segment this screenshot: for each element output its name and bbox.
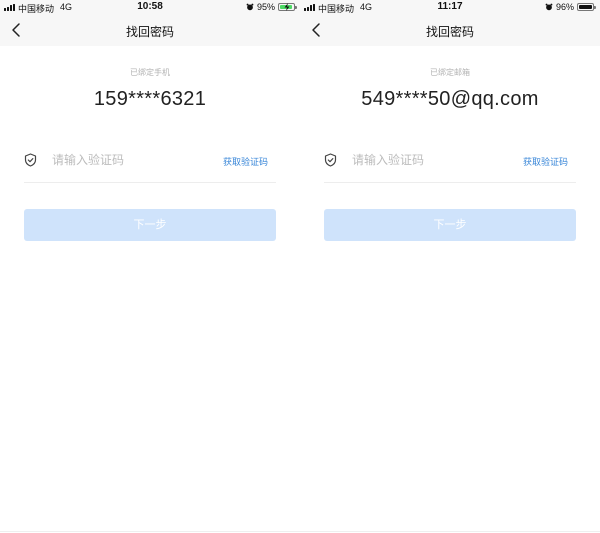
charging-icon bbox=[284, 3, 290, 11]
status-time: 11:17 bbox=[437, 1, 463, 12]
alarm-icon bbox=[246, 3, 254, 11]
battery-level bbox=[579, 5, 592, 9]
battery-percent: 96% bbox=[556, 2, 575, 12]
shield-icon bbox=[24, 153, 37, 167]
status-bar: 中国移动 4G 10:58 95% bbox=[0, 0, 300, 15]
page-title: 找回密码 bbox=[425, 25, 474, 39]
battery-icon bbox=[278, 3, 297, 11]
divider bbox=[300, 531, 600, 532]
navigation-bar: 找回密码 bbox=[300, 15, 600, 46]
bound-phone-value: 159****6321 bbox=[93, 88, 207, 110]
status-bar: 中国移动 4G 11:17 96% bbox=[300, 0, 600, 15]
bound-phone-label: 已绑定手机 bbox=[130, 68, 170, 77]
battery-icon bbox=[577, 3, 596, 11]
next-step-button[interactable]: 下一步 bbox=[24, 209, 276, 241]
status-time: 10:58 bbox=[137, 1, 163, 12]
verification-code-row: 获取验证码 bbox=[324, 148, 576, 183]
get-code-button[interactable]: 获取验证码 bbox=[523, 155, 568, 168]
phone-screen-right: 中国移动 4G 11:17 96% 找回密码 已绑定邮箱 549****50@q… bbox=[300, 0, 600, 533]
bound-email-value: 549****50@qq.com bbox=[361, 88, 539, 110]
next-step-button[interactable]: 下一步 bbox=[324, 209, 576, 241]
screenshot-pair: 中国移动 4G 10:58 95% 找回密码 已绑定手机 159****6321 bbox=[0, 0, 600, 533]
navigation-bar: 找回密码 bbox=[0, 15, 300, 46]
battery-percent: 95% bbox=[257, 2, 276, 12]
shield-icon bbox=[324, 153, 337, 167]
page-title: 找回密码 bbox=[125, 25, 174, 39]
verification-code-row: 获取验证码 bbox=[24, 148, 276, 183]
verification-code-input[interactable] bbox=[352, 151, 502, 169]
verification-code-input[interactable] bbox=[52, 151, 202, 169]
divider bbox=[0, 531, 300, 532]
alarm-icon bbox=[545, 3, 553, 11]
phone-screen-left: 中国移动 4G 10:58 95% 找回密码 已绑定手机 159****6321 bbox=[0, 0, 300, 533]
bound-email-label: 已绑定邮箱 bbox=[430, 68, 470, 77]
get-code-button[interactable]: 获取验证码 bbox=[223, 155, 268, 168]
